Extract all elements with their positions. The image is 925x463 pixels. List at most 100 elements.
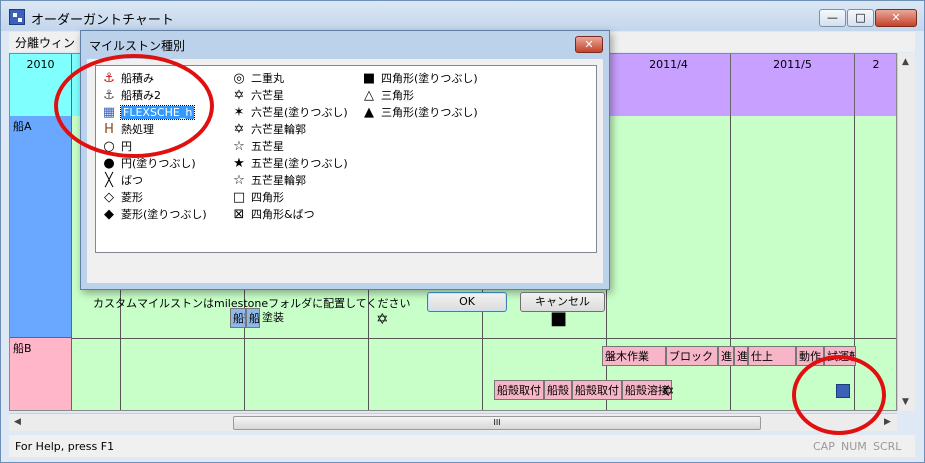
grid-line (854, 116, 855, 410)
header-cell-next: 2 (855, 54, 896, 116)
milestone-option[interactable]: ★ 五芒星(塗りつぶし) (230, 155, 348, 172)
milestone-option-label: 四角形 (251, 191, 284, 204)
milestone-option-label: FLEXSCHE_h (119, 105, 196, 120)
milestone-option-label: 六芒星輪郭 (251, 123, 306, 136)
grid-line (730, 116, 731, 410)
header-cell-2010: 2010 (10, 54, 72, 116)
milestone-symbol-icon: ⚓ (103, 71, 115, 86)
title-bar[interactable]: オーダーガントチャート — □ ✕ (1, 1, 924, 31)
milestone-option-label: 五芒星(塗りつぶし) (251, 157, 348, 170)
milestone-option-label: 六芒星 (251, 89, 284, 102)
milestone-symbol-icon: ● (103, 156, 115, 171)
milestone-option[interactable]: ■ 四角形(塗りつぶし) (360, 70, 478, 87)
milestone-symbol-icon: ☆ (233, 173, 245, 188)
milestone-option[interactable]: △ 三角形 (360, 87, 414, 104)
scroll-right-icon[interactable]: ▶ (884, 417, 891, 427)
dialog-close-button[interactable]: ✕ (575, 36, 603, 53)
milestone-option[interactable]: ▦ FLEXSCHE_h (100, 104, 196, 121)
scrl-indicator: SCRL (873, 440, 902, 453)
milestone-option[interactable]: ◇ 菱形 (100, 189, 143, 206)
milestone-option-label: 三角形 (381, 89, 414, 102)
milestone-symbol-icon: ○ (103, 139, 115, 154)
milestone-symbol-icon: ✡ (233, 122, 245, 137)
task-bar[interactable]: 船 (246, 308, 260, 328)
milestone-option[interactable]: ⚓ 船積み (100, 70, 154, 87)
milestone-option-label: 円(塗りつぶし) (121, 157, 196, 170)
milestone-option-label: 菱形(塗りつぶし) (121, 208, 207, 221)
flexsche-milestone-icon[interactable] (836, 384, 850, 398)
milestone-option[interactable]: ◎ 二重丸 (230, 70, 284, 87)
milestone-option-label: 熱処理 (121, 123, 154, 136)
milestone-option[interactable]: ✡ 六芒星 (230, 87, 284, 104)
milestone-option-label: 四角形&ばつ (251, 208, 315, 221)
milestone-symbol-icon: ★ (233, 156, 245, 171)
task-bar[interactable]: 船殻 (544, 380, 572, 400)
task-bar[interactable]: 進 (718, 346, 734, 366)
milestone-option[interactable]: H 熱処理 (100, 121, 154, 138)
horizontal-scroll-thumb[interactable]: III (233, 416, 761, 430)
milestone-symbol-icon: □ (232, 190, 246, 205)
task-bar[interactable]: 仕上 (748, 346, 796, 366)
status-text: For Help, press F1 (15, 440, 115, 453)
cancel-button[interactable]: キャンセル (520, 292, 605, 312)
num-indicator: NUM (841, 440, 867, 453)
milestone-option-label: 五芒星輪郭 (251, 174, 306, 187)
scroll-up-icon[interactable]: ▲ (902, 57, 909, 67)
menu-item-window[interactable]: 分離ウィン (15, 34, 75, 51)
milestone-option[interactable]: ○ 円 (100, 138, 132, 155)
vertical-scrollbar[interactable]: ▲ ▼ (897, 53, 915, 411)
dialog-body: ⚓ 船積み ⚓ 船積み2 ▦ FLEXSCHE_h H 熱処理 ○ 円 ● 円(塗りつぶし) ╳ ばつ ◇ 菱… (87, 59, 605, 312)
milestone-option[interactable]: ☆ 五芒星 (230, 138, 284, 155)
scroll-down-icon[interactable]: ▼ (902, 397, 909, 407)
milestone-symbol-icon: ╳ (105, 173, 113, 188)
task-bar[interactable]: 盤木作業 (602, 346, 666, 366)
task-bar[interactable]: 試運転 (824, 346, 856, 366)
star-milestone-icon[interactable]: ✡ (662, 382, 675, 400)
milestone-option-label: 船積み (121, 72, 154, 85)
milestone-symbol-icon: ✶ (233, 105, 245, 120)
row-label-ship-a[interactable]: 船A (10, 116, 72, 338)
maximize-button[interactable]: □ (847, 9, 874, 27)
custom-milestone-hint: カスタムマイルストンはmilestoneフォルダに配置してください (93, 297, 411, 310)
minimize-button[interactable]: — (819, 9, 846, 27)
milestone-option-label: 船積み2 (121, 89, 161, 102)
task-bar[interactable]: 進 (734, 346, 748, 366)
milestone-option[interactable]: ⊠ 四角形&ばつ (230, 206, 315, 223)
milestone-option-label: 五芒星 (251, 140, 284, 153)
milestone-type-list[interactable]: ⚓ 船積み ⚓ 船積み2 ▦ FLEXSCHE_h H 熱処理 ○ 円 ● 円(塗りつぶし) ╳ ばつ ◇ 菱… (95, 65, 597, 253)
milestone-symbol-icon: ☆ (233, 139, 245, 154)
milestone-option[interactable]: ⚓ 船積み2 (100, 87, 161, 104)
task-bar[interactable]: 塗装 (260, 308, 286, 328)
cap-indicator: CAP (813, 440, 835, 453)
scroll-left-icon[interactable]: ◀ (14, 417, 21, 427)
milestone-option[interactable]: □ 四角形 (230, 189, 284, 206)
app-icon (9, 9, 25, 25)
header-cell-2011-5: 2011/5 (731, 54, 855, 116)
task-bar[interactable]: 動作 (796, 346, 824, 366)
milestone-symbol-icon: ◎ (233, 71, 245, 86)
milestone-option[interactable]: ▲ 三角形(塗りつぶし) (360, 104, 478, 121)
star-milestone-icon[interactable]: ✡ (376, 310, 389, 328)
task-bar[interactable]: 船殻取付 (494, 380, 544, 400)
milestone-option-label: 円 (121, 140, 132, 153)
task-bar[interactable]: ブロック (666, 346, 718, 366)
close-button[interactable]: ✕ (875, 9, 917, 27)
task-bar[interactable]: 船殻取付 (572, 380, 622, 400)
milestone-option[interactable]: ╳ ばつ (100, 172, 143, 189)
milestone-symbol-icon: ◆ (104, 207, 114, 222)
milestone-option[interactable]: ● 円(塗りつぶし) (100, 155, 196, 172)
milestone-option-label: 二重丸 (251, 72, 284, 85)
task-bar[interactable]: 船殻 (230, 308, 246, 328)
milestone-option-label: 六芒星(塗りつぶし) (251, 106, 348, 119)
milestone-option[interactable]: ◆ 菱形(塗りつぶし) (100, 206, 207, 223)
milestone-option[interactable]: ☆ 五芒星輪郭 (230, 172, 306, 189)
milestone-option-label: 四角形(塗りつぶし) (381, 72, 478, 85)
milestone-symbol-icon: △ (364, 88, 374, 103)
row-label-ship-b[interactable]: 船B (10, 338, 72, 410)
ok-button[interactable]: OK (427, 292, 507, 312)
milestone-type-dialog: マイルストン種別 ✕ ⚓ 船積み ⚓ 船積み2 ▦ FLEXSCHE_h H 熱処理 ○ 円 ● 円(… (80, 30, 610, 312)
horizontal-scrollbar[interactable]: ◀ III ▶ (9, 413, 897, 431)
milestone-option[interactable]: ✶ 六芒星(塗りつぶし) (230, 104, 348, 121)
milestone-symbol-icon: H (104, 122, 114, 137)
milestone-option[interactable]: ✡ 六芒星輪郭 (230, 121, 306, 138)
